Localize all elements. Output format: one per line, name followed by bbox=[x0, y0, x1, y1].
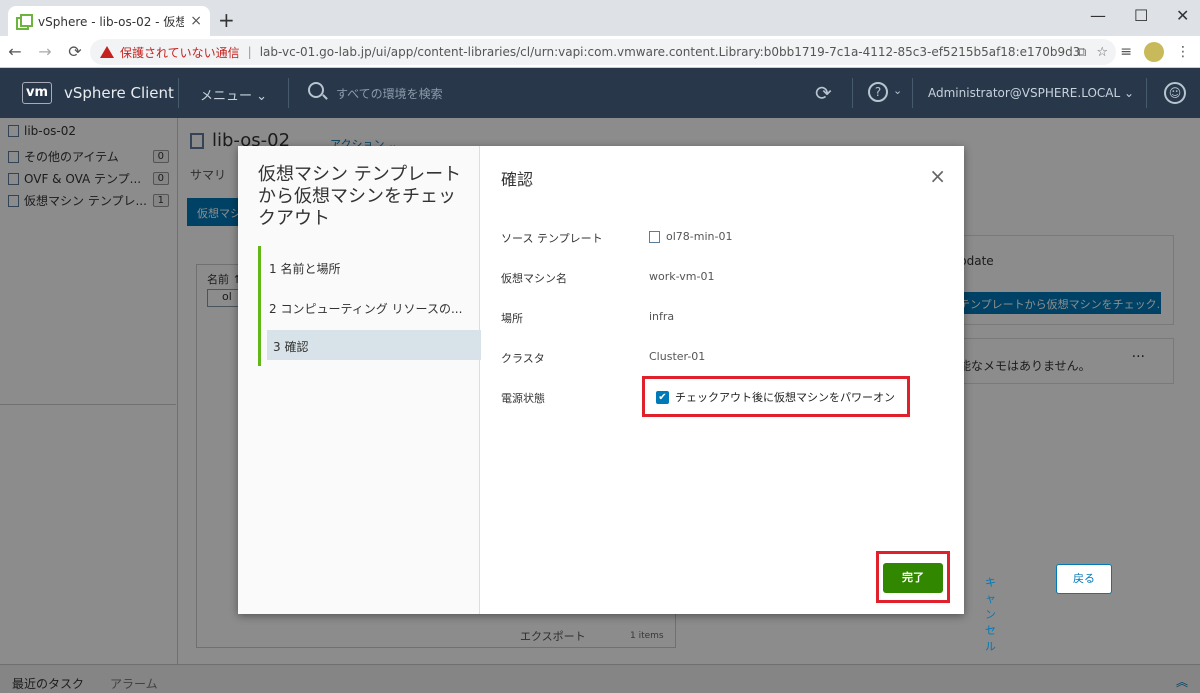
tab-title: vSphere - lib-os-02 - 仮想マシン テ bbox=[38, 14, 185, 29]
url-text: lab-vc-01.go-lab.jp/ui/app/content-libra… bbox=[259, 45, 1080, 59]
vsphere-header: vm vSphere Client メニュー ⌄ すべての環境を検索 ⟳ ? ⌄… bbox=[0, 68, 1200, 118]
step-review[interactable]: 3 確認 bbox=[267, 330, 481, 360]
value-vm-name: work-vm-01 bbox=[649, 270, 715, 283]
label-source-template: ソース テンプレート bbox=[501, 232, 603, 245]
back-arrow-icon[interactable]: ← bbox=[0, 42, 30, 61]
user-menu[interactable]: Administrator@VSPHERE.LOCAL ⌄ bbox=[928, 86, 1134, 100]
feedback-smiley-icon[interactable]: ☺ bbox=[1164, 82, 1186, 104]
maximize-icon[interactable]: ☐ bbox=[1134, 6, 1148, 25]
value-source-template: ol78-min-01 bbox=[649, 230, 732, 243]
media-icon[interactable]: ≡ bbox=[1120, 44, 1132, 60]
value-location: infra bbox=[649, 310, 675, 323]
step-name-location[interactable]: 1 名前と場所 bbox=[269, 260, 340, 277]
review-heading: 確認 bbox=[501, 170, 534, 189]
header-divider bbox=[1146, 78, 1147, 108]
power-on-checkbox[interactable]: ✔ チェックアウト後に仮想マシンをパワーオン bbox=[656, 389, 895, 405]
label-cluster: クラスタ bbox=[501, 352, 545, 365]
wizard-title: 仮想マシン テンプレートから仮想マシンをチェックアウト bbox=[258, 164, 462, 229]
header-divider bbox=[178, 78, 179, 108]
address-bar: ← → ⟳ 保護されていない通信 | lab-vc-01.go-lab.jp/u… bbox=[0, 36, 1200, 68]
close-icon[interactable]: × bbox=[929, 166, 946, 186]
window-close-icon[interactable]: ✕ bbox=[1176, 6, 1189, 25]
checkmark-icon[interactable]: ✔ bbox=[656, 390, 669, 404]
header-divider bbox=[288, 78, 289, 108]
step-compute-resource[interactable]: 2 コンピューティング リソースの... bbox=[269, 300, 462, 317]
vm-template-icon bbox=[649, 230, 660, 243]
url-separator: | bbox=[247, 45, 252, 59]
tab-close-icon[interactable]: × bbox=[190, 13, 202, 29]
bookmark-star-icon[interactable]: ☆ bbox=[1096, 45, 1108, 60]
translate-icon[interactable]: ⧉ bbox=[1077, 45, 1086, 60]
menu-dropdown[interactable]: メニュー ⌄ bbox=[200, 85, 267, 104]
warning-icon bbox=[100, 46, 114, 58]
vm-logo: vm bbox=[22, 82, 52, 104]
finish-button[interactable]: 完了 bbox=[883, 563, 943, 593]
label-power-state: 電源状態 bbox=[501, 392, 545, 405]
search-icon[interactable] bbox=[308, 82, 324, 98]
label-location: 場所 bbox=[501, 312, 523, 325]
value-cluster: Cluster-01 bbox=[649, 350, 706, 363]
global-search-input[interactable]: すべての環境を検索 bbox=[336, 85, 443, 102]
vsphere-favicon-icon bbox=[16, 14, 33, 30]
header-divider bbox=[912, 78, 913, 108]
chevron-down-icon[interactable]: ⌄ bbox=[893, 84, 902, 97]
reload-icon[interactable]: ⟳ bbox=[60, 42, 90, 61]
new-tab-button[interactable]: + bbox=[218, 10, 235, 30]
browser-tab[interactable]: vSphere - lib-os-02 - 仮想マシン テ × bbox=[8, 6, 210, 36]
wizard-steps-panel: 仮想マシン テンプレートから仮想マシンをチェックアウト 1 名前と場所 2 コン… bbox=[238, 146, 481, 614]
minimize-icon[interactable]: — bbox=[1090, 6, 1106, 25]
profile-avatar[interactable] bbox=[1144, 42, 1164, 62]
forward-arrow-icon[interactable]: → bbox=[30, 42, 60, 61]
browser-tab-bar: vSphere - lib-os-02 - 仮想マシン テ × + — ☐ ✕ bbox=[0, 0, 1200, 36]
url-field[interactable]: 保護されていない通信 | lab-vc-01.go-lab.jp/ui/app/… bbox=[90, 39, 1116, 65]
security-warning[interactable]: 保護されていない通信 bbox=[120, 44, 240, 61]
label-vm-name: 仮想マシン名 bbox=[501, 272, 567, 285]
back-button[interactable]: 戻る bbox=[1056, 564, 1112, 594]
wizard-step-list: 1 名前と場所 2 コンピューティング リソースの... 3 確認 bbox=[258, 246, 481, 366]
help-icon[interactable]: ? bbox=[868, 82, 888, 102]
browser-menu-icon[interactable]: ⋮ bbox=[1176, 44, 1190, 60]
header-divider bbox=[852, 78, 853, 108]
refresh-icon[interactable]: ⟳ bbox=[815, 81, 832, 105]
app-name: vSphere Client bbox=[64, 84, 174, 102]
cancel-button[interactable]: キャンセル bbox=[985, 574, 996, 654]
